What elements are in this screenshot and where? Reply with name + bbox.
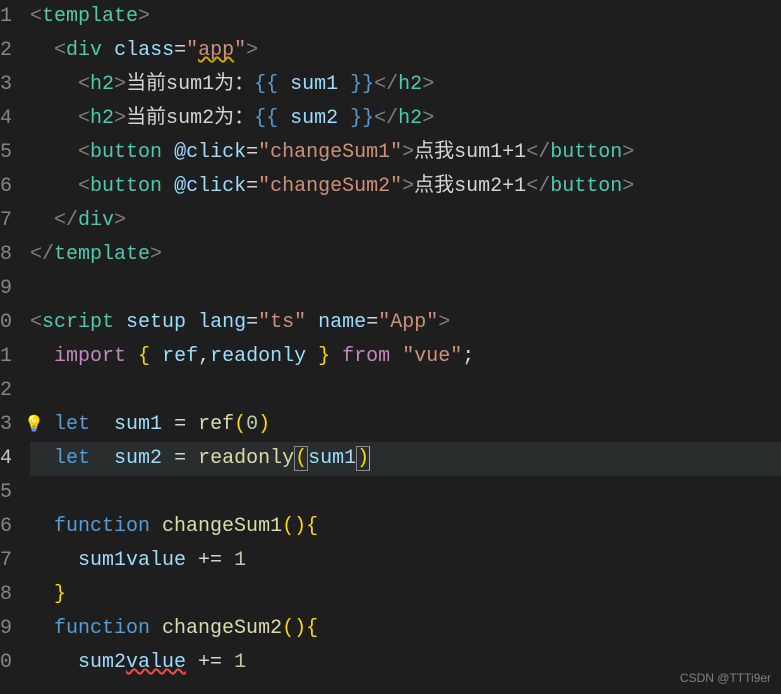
code-line[interactable]: }: [30, 578, 781, 612]
code-line[interactable]: <h2>当前sum1为：{{ sum1 }}</h2>: [30, 68, 781, 102]
code-line[interactable]: sum1value += 1: [30, 544, 781, 578]
line-number: 6: [0, 170, 10, 204]
code-line[interactable]: import { ref,readonly } from "vue";: [30, 340, 781, 374]
code-line[interactable]: sum2value += 1: [30, 646, 781, 680]
lightbulb-icon[interactable]: 💡: [24, 408, 44, 442]
line-number: 9: [0, 612, 10, 646]
line-number: 6: [0, 510, 10, 544]
line-number: 2: [0, 34, 10, 68]
code-line[interactable]: [30, 374, 781, 408]
code-line[interactable]: <button @click="changeSum1">点我sum1+1</bu…: [30, 136, 781, 170]
code-line[interactable]: <template>: [30, 0, 781, 34]
code-line[interactable]: <div class="app">: [30, 34, 781, 68]
code-line[interactable]: [30, 272, 781, 306]
line-number: 7: [0, 204, 10, 238]
line-number: 1: [0, 0, 10, 34]
code-area[interactable]: <template> <div class="app"> <h2>当前sum1为…: [18, 0, 781, 694]
line-number: 2: [0, 374, 10, 408]
line-number: 0: [0, 306, 10, 340]
code-line[interactable]: <script setup lang="ts" name="App">: [30, 306, 781, 340]
code-line[interactable]: <button @click="changeSum2">点我sum2+1</bu…: [30, 170, 781, 204]
code-line[interactable]: [30, 476, 781, 510]
line-number: 5: [0, 136, 10, 170]
line-number: 9: [0, 272, 10, 306]
code-line[interactable]: function changeSum2(){: [30, 612, 781, 646]
watermark: CSDN @TTTi9er: [680, 668, 771, 688]
line-number: 7: [0, 544, 10, 578]
line-number: 8: [0, 238, 10, 272]
line-number: 8: [0, 578, 10, 612]
line-number: 5: [0, 476, 10, 510]
code-line[interactable]: </div>: [30, 204, 781, 238]
code-line[interactable]: function changeSum1(){: [30, 510, 781, 544]
line-number: 0: [0, 646, 10, 680]
line-number: 3: [0, 68, 10, 102]
code-line[interactable]: </template>: [30, 238, 781, 272]
line-number: 4: [0, 102, 10, 136]
code-line[interactable]: <h2>当前sum2为：{{ sum2 }}</h2>: [30, 102, 781, 136]
line-number-gutter: 1 2 3 4 5 6 7 8 9 0 1 2 3 4 5 6 7 8 9 0: [0, 0, 18, 694]
code-editor[interactable]: 1 2 3 4 5 6 7 8 9 0 1 2 3 4 5 6 7 8 9 0 …: [0, 0, 781, 694]
line-number: 1: [0, 340, 10, 374]
code-line[interactable]: 💡 let sum1 = ref(0): [30, 408, 781, 442]
line-number: 3: [0, 408, 10, 442]
line-number: 4: [0, 442, 10, 476]
code-line[interactable]: let sum2 = readonly(sum1): [30, 442, 781, 476]
